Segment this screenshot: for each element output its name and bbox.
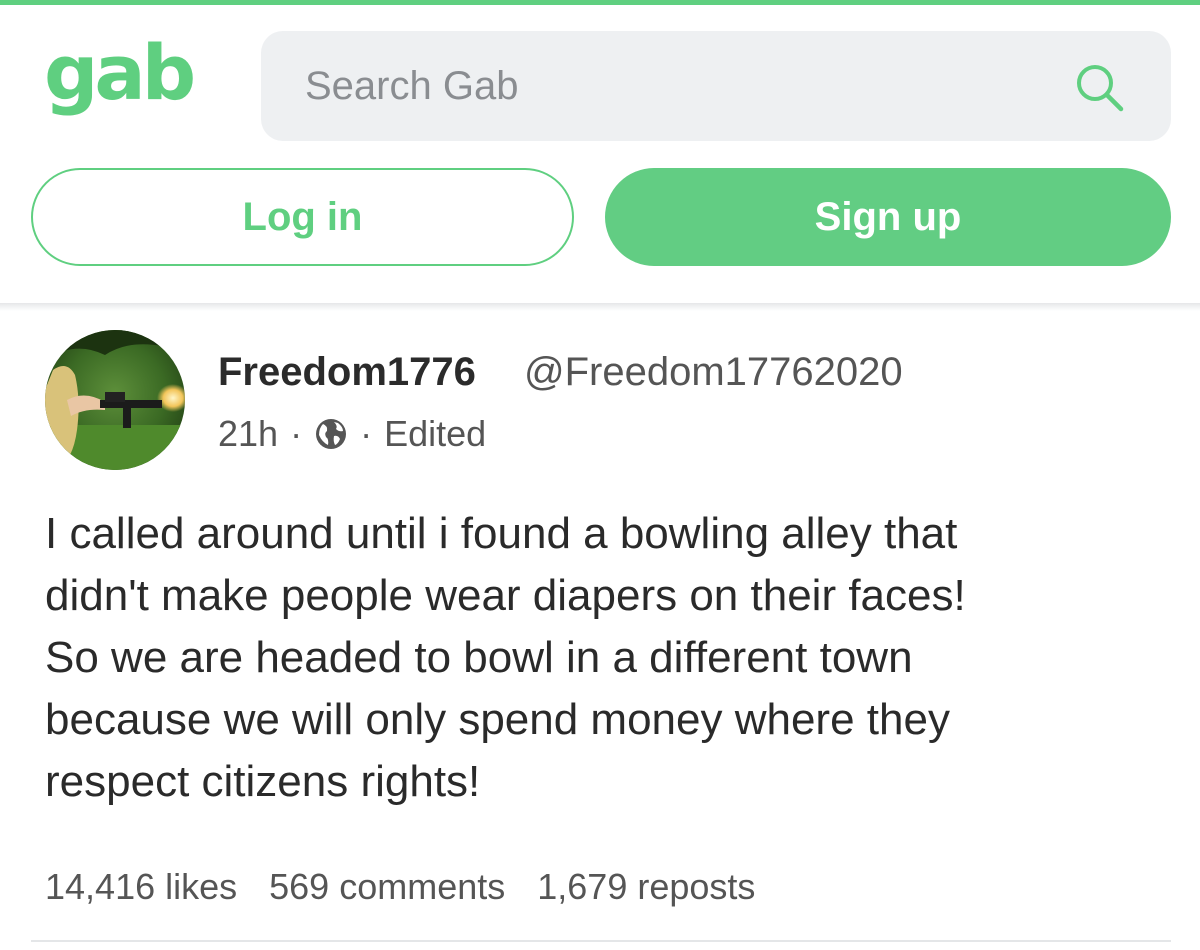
avatar-image: [45, 330, 185, 470]
post-text-line: So we are headed to bowl in a different …: [45, 633, 913, 682]
reposts-count[interactable]: 1,679 reposts: [537, 866, 755, 908]
post-card: Freedom1776 @Freedom17762020 21h · · Edi…: [0, 311, 1200, 950]
post-body: I called around until i found a bowling …: [45, 503, 1155, 813]
avatar[interactable]: [45, 330, 185, 470]
post-stats: 14,416 likes 569 comments 1,679 reposts: [45, 866, 787, 908]
gab-logo[interactable]: gab: [44, 35, 196, 111]
site-header: gab Log in Sign up: [0, 5, 1200, 303]
globe-icon: [316, 419, 347, 449]
author-display-name[interactable]: Freedom1776: [218, 350, 476, 395]
post-text-line: because we will only spend money where t…: [45, 695, 950, 744]
login-button[interactable]: Log in: [31, 168, 574, 266]
likes-count[interactable]: 14,416 likes: [45, 866, 237, 908]
signup-button[interactable]: Sign up: [605, 168, 1171, 266]
post-divider: [31, 940, 1171, 942]
post-text-line: respect citizens rights!: [45, 757, 481, 806]
search-input[interactable]: [305, 31, 1065, 141]
search-bar[interactable]: [261, 31, 1171, 141]
author-handle[interactable]: @Freedom17762020: [524, 350, 903, 395]
post-timestamp[interactable]: 21h: [218, 413, 278, 455]
header-divider: [0, 303, 1200, 311]
comments-count[interactable]: 569 comments: [269, 866, 505, 908]
post-meta: 21h · · Edited: [218, 410, 486, 458]
search-icon[interactable]: [1073, 61, 1127, 115]
edited-label: Edited: [384, 413, 487, 454]
post-text-line: didn't make people wear diapers on their…: [45, 571, 966, 620]
meta-separator-2: ·: [360, 413, 373, 454]
post-text-line: I called around until i found a bowling …: [45, 509, 958, 558]
meta-separator: ·: [290, 413, 303, 454]
